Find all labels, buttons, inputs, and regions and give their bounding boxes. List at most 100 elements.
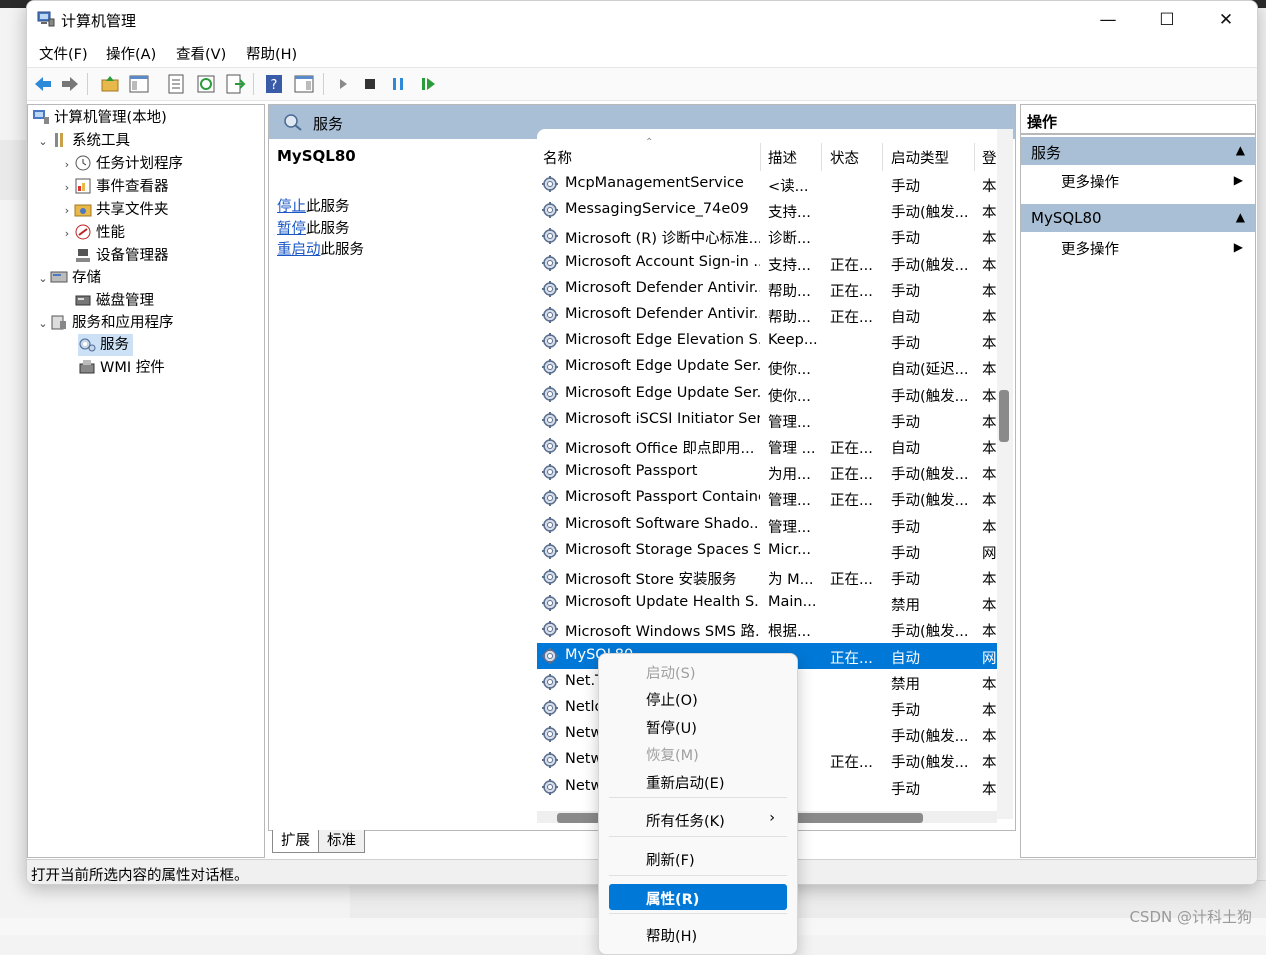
service-name: Microsoft Update Health S... [565, 594, 760, 611]
service-logon: 本 [982, 414, 997, 431]
service-row[interactable]: Microsoft Defender Antivir... 帮助... 正在... 手… [537, 276, 997, 302]
service-row[interactable]: Microsoft Storage Spaces S... Micr... 手动 网 [537, 538, 997, 564]
chevron-down-icon[interactable]: ⌄ [36, 131, 50, 153]
service-row[interactable]: Microsoft Update Health S... Main... 禁用 本 [537, 590, 997, 616]
menu-view[interactable]: 查看(V) [176, 43, 226, 64]
column-divider[interactable] [760, 143, 761, 171]
service-row[interactable]: Microsoft Defender Antivir... 帮助... 正在... 自… [537, 302, 997, 328]
service-row[interactable]: Microsoft Edge Update Ser... 使你... 自动(延迟..… [537, 354, 997, 380]
forward-arrow-icon[interactable] [59, 73, 81, 95]
service-row[interactable]: McpManagementService <读... 手动 本 [537, 171, 997, 197]
service-row[interactable]: Microsoft Store 安装服务 为 M... 正在... 手动 本 [537, 564, 997, 590]
restart-service-icon[interactable] [417, 73, 439, 95]
chevron-right-icon[interactable]: › [60, 223, 74, 245]
chevron-down-icon[interactable]: ⌄ [36, 268, 50, 290]
refresh-icon[interactable] [195, 73, 217, 95]
tree-item-services[interactable]: 服务 [78, 334, 133, 356]
up-folder-icon[interactable] [99, 73, 121, 95]
minimize-button[interactable]: — [1079, 1, 1137, 39]
tab-standard[interactable]: 标准 [318, 830, 365, 853]
service-name: Microsoft iSCSI Initiator Ser... [565, 410, 760, 427]
tab-extended[interactable]: 扩展 [272, 830, 319, 853]
tree-item-task-scheduler[interactable]: › 任务计划程序 [60, 153, 183, 175]
vertical-scrollbar-thumb[interactable] [999, 390, 1009, 442]
restart-service-link[interactable]: 重启动 [277, 242, 321, 258]
submenu-arrow-icon: ▶ [1233, 173, 1243, 187]
tree-item-services-and-apps[interactable]: ⌄ 服务和应用程序 [36, 312, 173, 335]
stop-service-link[interactable]: 停止 [277, 199, 306, 215]
menu-action[interactable]: 操作(A) [106, 43, 156, 64]
context-menu-item[interactable]: 所有任务(K) › [609, 806, 787, 832]
service-row[interactable]: Microsoft Account Sign-in ... 支持... 正在... 手… [537, 250, 997, 276]
title-bar[interactable]: 计算机管理 — ☐ ✕ [27, 1, 1257, 39]
actions-group-services[interactable]: 服务 ▲ [1021, 137, 1255, 165]
collapse-up-icon[interactable]: ▲ [1236, 143, 1245, 157]
tree-item-performance[interactable]: › 性能 [60, 222, 125, 244]
chevron-right-icon[interactable]: › [60, 154, 74, 176]
service-row[interactable]: Microsoft Office 即点即用... 管理 ... 正在... 自动 本 [537, 433, 997, 459]
column-header-description[interactable]: 描述 [768, 147, 797, 168]
menu-file[interactable]: 文件(F) [39, 43, 88, 64]
actions-group-mysql80[interactable]: MySQL80 ▲ [1021, 204, 1255, 232]
service-row[interactable]: Microsoft iSCSI Initiator Ser... 管理... 手动 本 [537, 407, 997, 433]
context-menu-item[interactable]: 启动(S) [609, 658, 787, 684]
actions-pane: 操作 服务 ▲ 更多操作 ▶ MySQL80 ▲ 更多操作 ▶ [1020, 104, 1256, 858]
context-menu-item[interactable]: 恢复(M) [609, 740, 787, 766]
chevron-right-icon[interactable]: › [60, 177, 74, 199]
vertical-scrollbar[interactable] [997, 129, 1013, 819]
service-description: 使你... [768, 362, 811, 379]
service-row[interactable]: Microsoft Software Shado... 管理... 手动 本 [537, 512, 997, 538]
chevron-down-icon[interactable]: ⌄ [36, 313, 50, 335]
service-row[interactable]: Microsoft Edge Elevation S... Keep... 手动 本 [537, 328, 997, 354]
service-gear-icon [541, 489, 559, 507]
start-service-icon[interactable] [332, 73, 354, 95]
context-menu-item[interactable]: 暂停(U) [609, 713, 787, 739]
back-arrow-icon[interactable] [32, 73, 54, 95]
column-divider[interactable] [974, 143, 975, 171]
help-icon[interactable]: ? [263, 73, 285, 95]
tree-item-disk-management[interactable]: 磁盘管理 [74, 290, 154, 312]
column-header-startup-type[interactable]: 启动类型 [891, 147, 949, 168]
context-menu-item[interactable]: 刷新(F) [609, 845, 787, 871]
tree-root[interactable]: 计算机管理(本地) [32, 107, 167, 129]
service-startup-type: 手动 [891, 519, 920, 536]
column-divider[interactable] [821, 143, 822, 171]
stop-service-icon[interactable] [359, 73, 381, 95]
context-menu-item[interactable]: 停止(O) [609, 685, 787, 711]
service-row[interactable]: Microsoft Windows SMS 路... 根据... 手动(触发... 本 [537, 616, 997, 642]
column-header-name[interactable]: 名称 [543, 147, 572, 168]
pause-service-icon[interactable] [387, 73, 409, 95]
tree-item-storage[interactable]: ⌄ 存储 [36, 267, 101, 289]
column-header-status[interactable]: 状态 [830, 147, 859, 168]
more-actions-mysql80[interactable]: 更多操作 [1061, 238, 1119, 259]
tree-item-wmi-control[interactable]: WMI 控件 [78, 357, 165, 379]
more-actions-services[interactable]: 更多操作 [1061, 171, 1119, 192]
action-suffix: 此服务 [320, 242, 365, 258]
collapse-up-icon[interactable]: ▲ [1236, 210, 1245, 224]
service-row[interactable]: Microsoft Edge Update Ser... 使你... 手动(触发..… [537, 381, 997, 407]
context-menu-item[interactable]: 属性(R) [609, 884, 787, 910]
column-header-logon[interactable]: 登 [982, 147, 997, 168]
export-list-icon[interactable] [224, 73, 246, 95]
service-row[interactable]: Microsoft Passport 为用... 正在... 手动(触发... 本 [537, 459, 997, 485]
maximize-button[interactable]: ☐ [1138, 1, 1196, 39]
menu-help[interactable]: 帮助(H) [246, 43, 297, 64]
tree-item-device-manager[interactable]: 设备管理器 [74, 245, 169, 267]
close-button[interactable]: ✕ [1197, 1, 1255, 39]
service-logon: 网 [982, 650, 997, 667]
tree-item-event-viewer[interactable]: › 事件查看器 [60, 176, 169, 198]
chevron-right-icon[interactable]: › [60, 200, 74, 222]
context-menu-item[interactable]: 帮助(H) [609, 921, 787, 947]
service-row[interactable]: MessagingService_74e09 支持... 手动(触发... 本 [537, 197, 997, 223]
show-hide-action-pane-icon[interactable] [293, 73, 315, 95]
service-row[interactable]: Microsoft (R) 诊断中心标准... 诊断... 手动 本 [537, 223, 997, 249]
column-divider[interactable] [882, 143, 883, 171]
tree-item-shared-folders[interactable]: › 共享文件夹 [60, 199, 169, 221]
show-hide-tree-icon[interactable] [128, 73, 150, 95]
context-menu-item[interactable]: 重新启动(E) [609, 768, 787, 794]
tree-item-system-tools[interactable]: ⌄ 系统工具 [36, 130, 130, 152]
service-row[interactable]: Microsoft Passport Container 管理... 正在... 手动… [537, 485, 997, 511]
service-logon: 本 [982, 205, 997, 222]
pause-service-link[interactable]: 暂停 [277, 221, 306, 237]
properties-icon[interactable] [165, 73, 187, 95]
